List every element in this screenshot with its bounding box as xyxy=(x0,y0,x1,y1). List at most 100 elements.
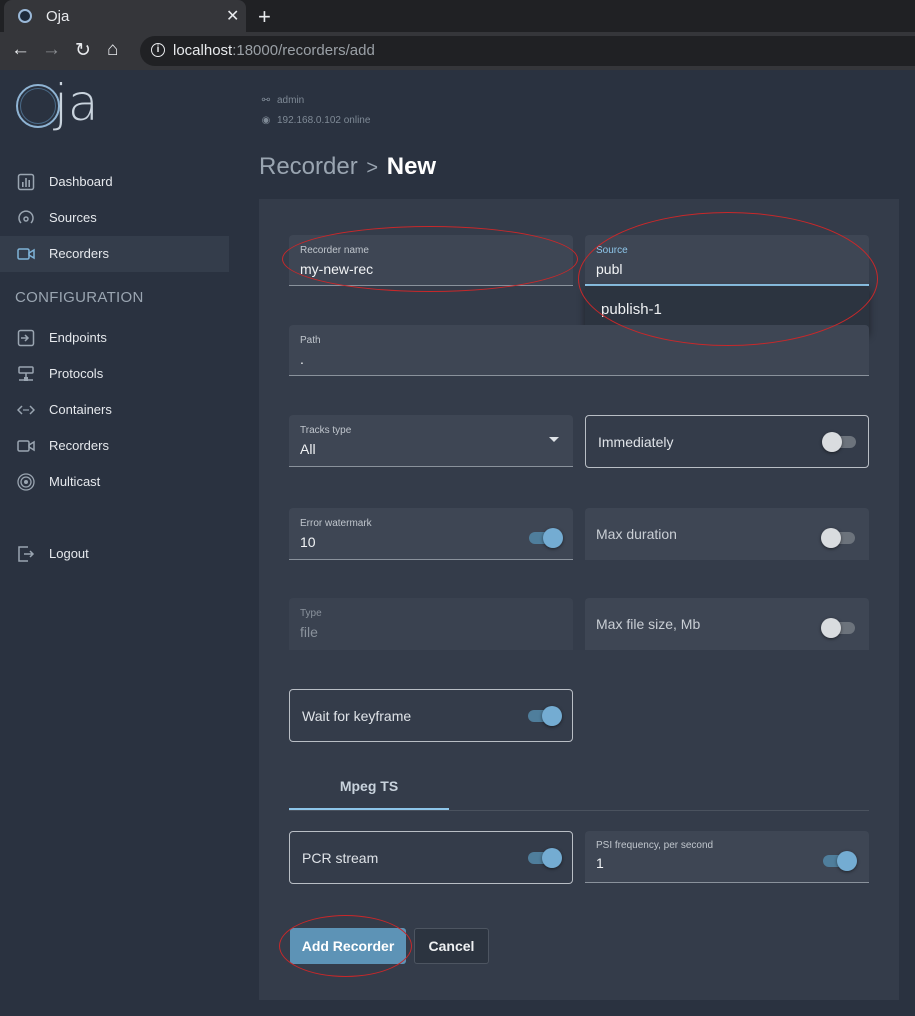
psi-frequency-field[interactable]: PSI frequency, per second 1 xyxy=(585,831,869,883)
source-value[interactable]: publ xyxy=(596,261,622,277)
source-option-publish-1[interactable]: publish-1 xyxy=(601,301,662,318)
breadcrumb: Recorder > New xyxy=(259,153,436,181)
sidebar-item-label: Dashboard xyxy=(49,174,113,189)
source-label: Source xyxy=(596,245,628,256)
home-icon[interactable]: ⌂ xyxy=(107,39,118,61)
sidebar-item-logout[interactable]: Logout xyxy=(0,536,229,572)
source-field[interactable]: Source publ xyxy=(585,235,869,286)
recorder-name-label: Recorder name xyxy=(300,245,369,256)
toggle-thumb xyxy=(542,706,562,726)
sidebar-item-recorders[interactable]: Recorders xyxy=(0,236,229,272)
sidebar-item-label: Sources xyxy=(49,210,97,225)
forward-arrow-icon[interactable]: → xyxy=(42,39,61,61)
oja-logo[interactable]: ja xyxy=(16,74,116,136)
add-recorder-button[interactable]: Add Recorder xyxy=(290,928,406,964)
user-row: ⚯ admin xyxy=(260,90,370,110)
sidebar-item-label: Recorders xyxy=(49,246,109,261)
max-duration-toggle[interactable] xyxy=(821,528,857,548)
immediately-toggle[interactable] xyxy=(822,432,858,452)
psi-frequency-toggle[interactable] xyxy=(821,851,857,871)
logout-icon xyxy=(17,545,35,563)
max-file-size-field: Max file size, Mb xyxy=(585,598,869,650)
server-row: ◉ 192.168.0.102 online xyxy=(260,110,371,130)
new-tab-icon[interactable]: + xyxy=(258,4,271,30)
code-arrows-icon xyxy=(16,401,36,419)
sidebar-item-label: Protocols xyxy=(49,366,104,381)
recorder-name-field[interactable]: Recorder name my-new-rec xyxy=(289,235,573,286)
wait-for-keyframe-toggle[interactable] xyxy=(526,706,562,726)
error-watermark-toggle[interactable] xyxy=(527,528,563,548)
type-field: Type file xyxy=(289,598,573,650)
path-field[interactable]: Path . xyxy=(289,325,869,376)
sidebar-item-label: Multicast xyxy=(49,474,101,489)
signal-icon xyxy=(17,209,35,227)
video-camera-icon xyxy=(17,437,35,455)
browser-toolbar: ← → ↻ ⌂ i localhost:18000/recorders/add xyxy=(0,32,915,70)
sidebar-item-label: Containers xyxy=(49,402,112,417)
psi-frequency-value[interactable]: 1 xyxy=(596,855,604,871)
url-host: localhost xyxy=(173,42,233,59)
close-tab-icon[interactable]: ✕ xyxy=(226,6,239,26)
tracks-type-label: Tracks type xyxy=(300,425,352,436)
error-watermark-label: Error watermark xyxy=(300,518,372,529)
recorder-name-value[interactable]: my-new-rec xyxy=(300,261,373,277)
pcr-stream-toggle[interactable] xyxy=(526,848,562,868)
sidebar-item-dashboard[interactable]: Dashboard xyxy=(0,164,229,200)
max-duration-field: Max duration xyxy=(585,508,869,560)
tracks-type-select[interactable]: Tracks type All xyxy=(289,415,573,467)
error-watermark-value[interactable]: 10 xyxy=(300,534,316,550)
tab-mpeg-ts-label: Mpeg TS xyxy=(339,778,399,794)
sidebar-item-label: Endpoints xyxy=(49,330,107,345)
wait-for-keyframe-option: Wait for keyframe xyxy=(289,689,573,742)
toggle-thumb xyxy=(543,528,563,548)
sidebar-item-label: Logout xyxy=(49,546,89,561)
sidebar: ja Dashboard Sources Recorders CONFIGURA… xyxy=(0,70,229,1016)
toggle-thumb xyxy=(821,618,841,638)
tracks-type-value: All xyxy=(300,441,316,457)
sidebar-item-label: Recorders xyxy=(49,438,109,453)
psi-frequency-label: PSI frequency, per second xyxy=(596,840,714,851)
error-watermark-field[interactable]: Error watermark 10 xyxy=(289,508,573,560)
max-file-size-toggle[interactable] xyxy=(821,618,857,638)
sidebar-item-multicast[interactable]: Multicast xyxy=(0,464,229,500)
video-camera-icon xyxy=(17,245,35,263)
configuration-heading: CONFIGURATION xyxy=(15,289,144,306)
cancel-button[interactable]: Cancel xyxy=(414,928,489,964)
user-info: ⚯ admin ◉ 192.168.0.102 online xyxy=(260,90,371,130)
tab-title: Oja xyxy=(46,8,70,25)
breadcrumb-parent[interactable]: Recorder xyxy=(259,153,358,180)
back-arrow-icon[interactable]: ← xyxy=(11,39,30,61)
pcr-stream-option: PCR stream xyxy=(289,831,573,884)
path-label: Path xyxy=(300,335,321,346)
address-bar[interactable]: i localhost:18000/recorders/add xyxy=(140,36,915,66)
toggle-thumb xyxy=(542,848,562,868)
server-status-icon: ◉ xyxy=(261,114,271,126)
reload-icon[interactable]: ↻ xyxy=(75,39,91,62)
sidebar-item-endpoints[interactable]: Endpoints xyxy=(0,320,229,356)
toggle-thumb xyxy=(821,528,841,548)
sidebar-item-sources[interactable]: Sources xyxy=(0,200,229,236)
logo-inner-ring-icon xyxy=(20,88,56,124)
immediately-option: Immediately xyxy=(585,415,869,468)
type-value: file xyxy=(300,624,318,640)
page-title: New xyxy=(386,153,437,180)
tab-mpeg-ts[interactable]: Mpeg TS xyxy=(289,768,449,810)
type-label: Type xyxy=(300,608,322,619)
sidebar-item-containers[interactable]: Containers xyxy=(0,392,229,428)
chevron-down-icon xyxy=(549,437,559,442)
browser-tab[interactable]: Oja ✕ xyxy=(4,0,246,32)
sidebar-item-protocols[interactable]: Protocols xyxy=(0,356,229,392)
user-name: admin xyxy=(277,94,305,106)
logo-text: ja xyxy=(54,74,99,132)
url-text[interactable]: localhost:18000/recorders/add xyxy=(173,42,375,59)
immediately-label: Immediately xyxy=(598,434,674,450)
path-value[interactable]: . xyxy=(300,351,304,367)
container-tabs: Mpeg TS xyxy=(289,768,869,811)
chart-bar-icon xyxy=(17,173,35,191)
breadcrumb-separator: > xyxy=(366,157,379,179)
site-info-icon[interactable]: i xyxy=(151,43,165,57)
toggle-thumb xyxy=(837,851,857,871)
oja-favicon-icon xyxy=(18,9,32,23)
pcr-stream-label: PCR stream xyxy=(302,850,379,866)
sidebar-item-config-recorders[interactable]: Recorders xyxy=(0,428,229,464)
